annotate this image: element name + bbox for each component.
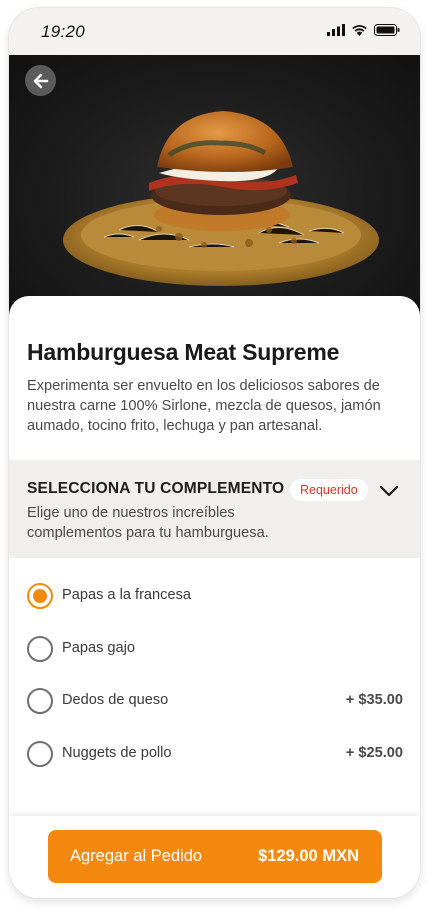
radio-button[interactable] [27, 583, 53, 609]
complement-section-header[interactable]: SELECCIONA TU COMPLEMENTO Requerido Elig… [9, 460, 420, 558]
radio-button[interactable] [27, 635, 53, 662]
product-description: Experimenta ser envuelto en los delicios… [27, 378, 381, 434]
radio-button[interactable] [27, 688, 53, 714]
option-label: Papas a la francesa [62, 587, 191, 603]
option-label: Papas gajo [62, 639, 136, 656]
complement-section-title: SELECCIONA TU COMPLEMENTO [27, 480, 285, 497]
complement-options-list: Papas a la francesa Papas gajo Dedos de … [9, 583, 420, 793]
product-sheet: Hamburguesa Meat Supreme Experimenta ser… [9, 296, 420, 898]
complement-section-subtitle: Elige uno de nuestros increíbles complem… [27, 505, 269, 541]
chevron-down-icon[interactable] [379, 484, 399, 502]
radio-button[interactable] [27, 740, 53, 767]
add-to-order-label: Agregar al Pedido [70, 847, 203, 865]
add-to-order-button[interactable]: Agregar al Pedido $129.00 MXN [48, 830, 382, 883]
phone-frame: 19:20 Hamburguesa Meat Supreme Experimen… [9, 8, 420, 898]
option-price: + $35.00 [345, 692, 403, 708]
option-price: + $25.00 [345, 744, 403, 761]
arrow-left-icon [33, 73, 48, 88]
status-icons [327, 24, 400, 36]
back-button[interactable] [25, 65, 56, 96]
status-bar: 19:20 [9, 8, 420, 55]
product-hero-image [9, 55, 420, 315]
wifi-icon [352, 25, 367, 36]
order-total-price: $129.00 MXN [258, 847, 359, 865]
burger-illustration [63, 111, 379, 286]
option-dedos-queso[interactable]: Dedos de queso + $35.00 [9, 688, 420, 741]
option-label: Dedos de queso [62, 692, 169, 708]
required-badge: Requerido [290, 479, 368, 501]
option-label: Nuggets de pollo [62, 744, 172, 761]
option-papas-gajo[interactable]: Papas gajo [9, 635, 420, 689]
product-title: Hamburguesa Meat Supreme [27, 339, 340, 365]
battery-icon [374, 24, 400, 36]
status-time: 19:20 [41, 22, 86, 41]
option-nuggets-pollo[interactable]: Nuggets de pollo + $25.00 [9, 740, 420, 794]
signal-icon [327, 24, 345, 36]
order-footer: Agregar al Pedido $129.00 MXN [9, 816, 420, 898]
option-papas-francesa[interactable]: Papas a la francesa [9, 583, 420, 636]
